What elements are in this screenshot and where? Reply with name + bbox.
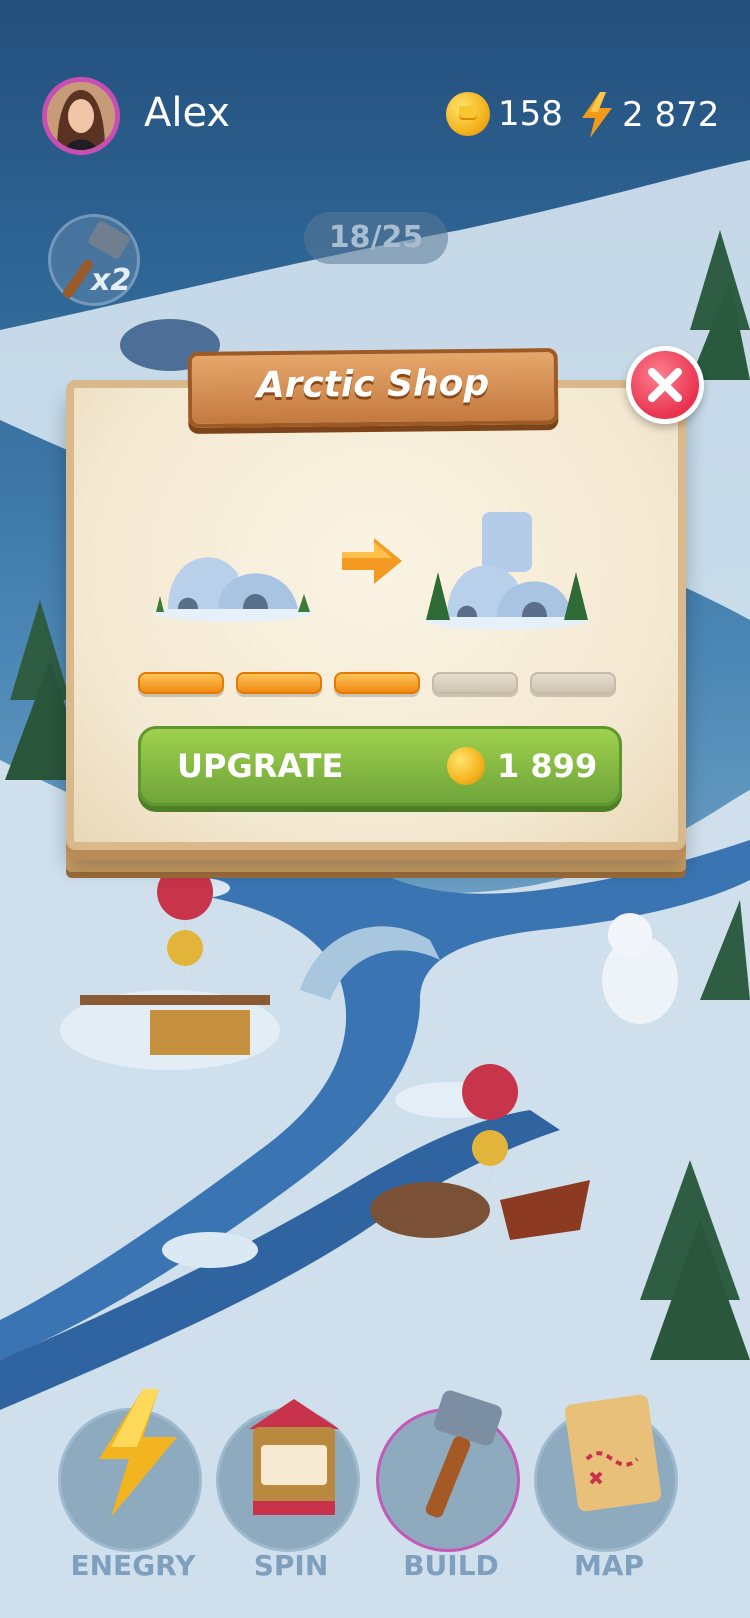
coin-icon — [447, 747, 485, 785]
level-segment-filled — [334, 672, 420, 694]
upgrade-label: UPGRATE — [177, 747, 344, 785]
bottom-nav: ENEGRY SPIN BUILD MAP — [0, 1389, 750, 1618]
upgrade-price: 1 899 — [497, 747, 598, 785]
dialog-paper: UPGRATE 1 899 — [66, 380, 686, 850]
energy-count: 2 872 — [622, 95, 720, 135]
coin-icon — [446, 92, 490, 136]
energy-counter[interactable]: 2 872 — [580, 92, 719, 138]
nav-build[interactable]: BUILD — [376, 1390, 520, 1582]
nav-energy[interactable]: ENEGRY — [58, 1389, 202, 1582]
energy-bolt-icon — [99, 1389, 177, 1517]
level-progress: 18/25 — [304, 212, 448, 264]
level-segment-empty — [432, 672, 518, 694]
treasure-map-icon — [564, 1394, 662, 1512]
lightning-bolt-icon — [582, 92, 612, 138]
arrow-right-icon — [342, 538, 402, 584]
slot-machine-icon — [249, 1399, 339, 1515]
level-segment-filled — [236, 672, 322, 694]
level-segment-filled — [138, 672, 224, 694]
close-button[interactable] — [626, 346, 704, 424]
upgrade-level-bar — [138, 672, 616, 694]
close-icon — [648, 368, 682, 402]
nav-label-spin: SPIN — [253, 1549, 329, 1582]
nav-label-build: BUILD — [403, 1549, 499, 1582]
coin-count: 158 — [498, 94, 563, 134]
hammer-count: x2 — [91, 263, 132, 298]
nav-label-map: MAP — [573, 1549, 645, 1582]
dialog-title-board: Arctic Shop — [187, 348, 559, 428]
igloo-upgraded-icon — [425, 512, 589, 630]
build-hammer-icon — [425, 1390, 502, 1518]
nav-label-energy: ENEGRY — [70, 1549, 196, 1582]
dialog-title: Arctic Shop — [256, 362, 490, 407]
nav-spin[interactable]: SPIN — [216, 1399, 360, 1582]
hammer-powerup[interactable]: x2 — [48, 214, 140, 306]
top-bar: Alex 158 2 872 — [0, 0, 750, 180]
arctic-shop-dialog: UPGRATE 1 899 Arctic Shop — [66, 346, 704, 880]
coin-counter[interactable]: 158 — [446, 92, 563, 136]
player-name: Alex — [144, 90, 231, 136]
player-portrait-icon — [47, 82, 115, 150]
nav-map[interactable]: MAP — [534, 1394, 678, 1582]
upgrade-button[interactable]: UPGRATE 1 899 — [138, 726, 622, 806]
player-avatar[interactable] — [42, 77, 120, 155]
igloo-current-icon — [153, 557, 313, 622]
level-segment-empty — [530, 672, 616, 694]
